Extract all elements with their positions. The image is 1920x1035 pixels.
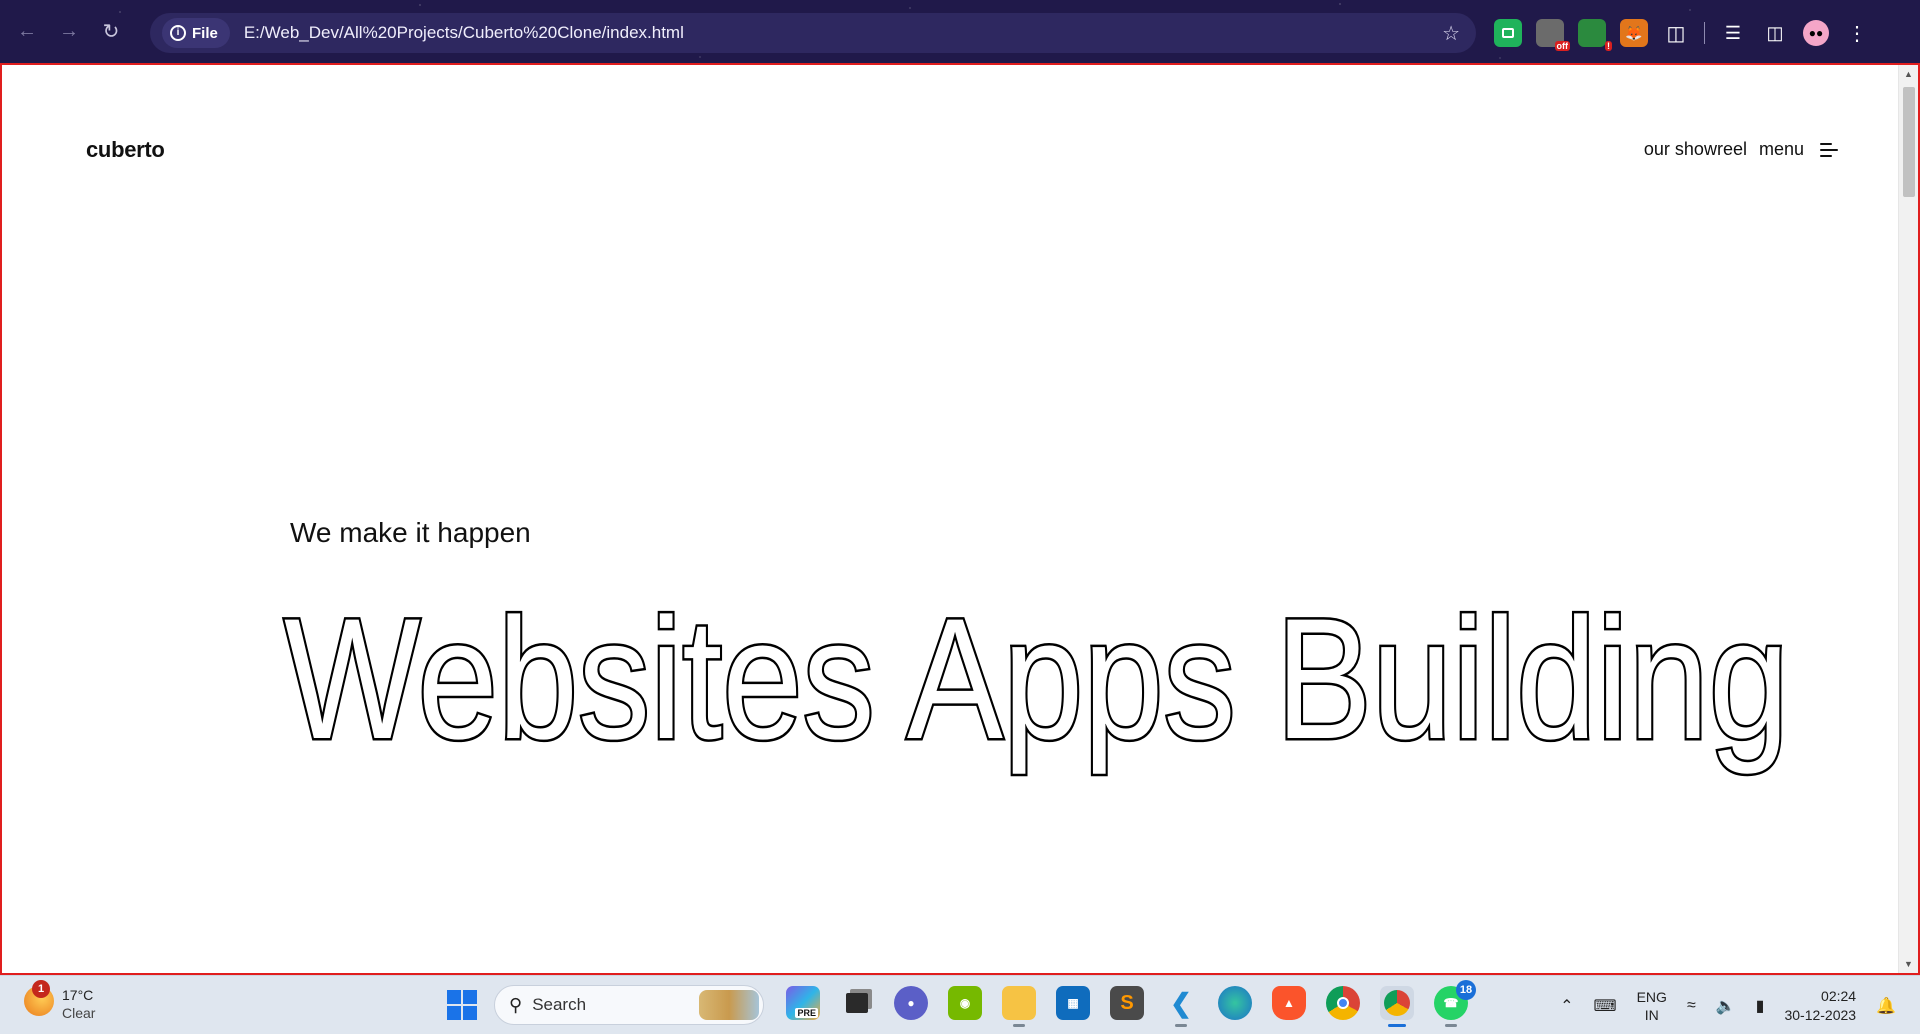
wifi-icon[interactable]: ≈ [1687,997,1696,1015]
extensions-puzzle-icon[interactable]: ◫ [1662,19,1690,47]
running-indicator [1445,1024,1457,1027]
clock-time: 02:24 [1821,987,1857,1004]
kebab-menu-icon[interactable]: ⋮ [1843,19,1871,47]
showreel-link[interactable]: our showreel [1644,139,1747,160]
vscode-icon[interactable]: ❮ [1164,986,1198,1027]
page-viewport: cuberto our showreel menu We make it hap… [0,63,1920,975]
active-indicator [1388,1024,1406,1027]
running-indicator [1013,1024,1025,1027]
whatsapp-count-badge: 18 [1456,980,1476,1000]
weather-temp: 17°C [62,987,94,1003]
teams-chat-icon[interactable]: ● [894,986,928,1020]
search-label: Search [532,995,587,1014]
clock-date: 30-12-2023 [1784,1006,1857,1023]
off-extension-icon[interactable]: off [1536,19,1570,51]
chrome-profile-icon[interactable] [1380,986,1414,1027]
outlined-headline-svg: Websites Apps Building [282,581,1792,778]
brave-icon[interactable]: ▲ [1272,986,1306,1020]
alert-extension-icon[interactable]: ! [1578,19,1612,51]
forward-icon[interactable]: → [54,17,84,47]
url-text[interactable]: E:/Web_Dev/All%20Projects/Cuberto%20Clon… [244,23,684,43]
off-badge: off [1554,41,1570,51]
copilot-icon[interactable]: PRE [786,986,820,1020]
task-view-icon[interactable] [840,986,874,1020]
info-icon: i [170,25,186,41]
keyboard-icon[interactable]: ⌨ [1594,996,1617,1016]
lang-line2: IN [1644,1006,1659,1023]
vertical-scrollbar[interactable]: ▲ ▼ [1898,65,1918,973]
profile-avatar[interactable]: ●● [1803,20,1829,46]
weather-badge: 1 [32,980,50,998]
running-indicator [1175,1024,1187,1027]
weather-condition: Clear [62,1005,96,1021]
windows-taskbar: 1 17°C Clear ⚲ Search PRE ● ◉ ▦ S ❮ ▲ ☎ … [0,975,1920,1034]
bookmark-star-icon[interactable]: ☆ [1442,21,1460,46]
clock[interactable]: 02:24 30-12-2023 [1784,987,1856,1025]
sublime-label: S [1120,991,1134,1014]
menu-label[interactable]: menu [1759,139,1804,160]
taskbar-search[interactable]: ⚲ Search [494,985,764,1025]
scroll-thumb[interactable] [1903,87,1915,197]
site-info-label: File [192,24,218,42]
headline-text: Websites Apps Building [284,583,1789,775]
weather-moon-icon: 1 [24,980,54,1016]
whatsapp-icon[interactable]: ☎ 18 [1434,980,1476,1027]
chrome-icon[interactable] [1326,986,1360,1020]
weather-widget[interactable]: 1 17°C Clear [24,980,96,1022]
file-explorer-icon[interactable] [1002,986,1036,1027]
toolbar-divider [1704,22,1705,44]
site-info-chip[interactable]: i File [162,18,230,48]
hamburger-menu-icon[interactable] [1820,142,1838,158]
lang-line1: ENG [1636,988,1667,1005]
sublime-text-icon[interactable]: S [1110,986,1144,1020]
microsoft-store-icon[interactable]: ▦ [1056,986,1090,1020]
edge-icon[interactable] [1218,986,1252,1020]
metamask-icon[interactable]: 🦊 [1620,19,1648,47]
site-logo[interactable]: cuberto [86,137,165,163]
address-bar[interactable]: i File E:/Web_Dev/All%20Projects/Cuberto… [150,13,1476,53]
search-highlight-image [699,990,759,1020]
reload-icon[interactable]: ↻ [96,17,126,47]
header-nav: our showreel menu [1644,139,1838,160]
green-extension-icon[interactable] [1494,19,1522,47]
search-icon: ⚲ [509,994,523,1015]
scroll-down-icon[interactable]: ▼ [1904,959,1913,969]
windows-start-icon[interactable] [447,990,477,1020]
alert-badge: ! [1605,41,1612,51]
copilot-pre-label: PRE [795,1008,818,1018]
hero-headline: Websites Apps Building [282,543,1844,783]
system-tray: ⌃ ⌨ ENG IN ≈ 🔈 ▮ 02:24 30-12-2023 🔔 [1560,976,1896,1035]
language-indicator[interactable]: ENG IN [1637,988,1667,1024]
side-panel-icon[interactable]: ◫ [1761,19,1789,47]
browser-toolbar: ← → ↻ i File E:/Web_Dev/All%20Projects/C… [0,0,1920,63]
chevron-up-icon[interactable]: ⌃ [1560,996,1573,1016]
volume-icon[interactable]: 🔈 [1716,996,1736,1016]
scroll-up-icon[interactable]: ▲ [1904,69,1913,79]
battery-icon[interactable]: ▮ [1756,996,1765,1016]
taskbar-apps: PRE ● ◉ ▦ S ❮ ▲ ☎ 18 [786,980,1476,1027]
back-icon[interactable]: ← [12,17,42,47]
extensions-row: off ! 🦊 ◫ ☰ ◫ ●● ⋮ [1494,13,1871,53]
media-playlist-icon[interactable]: ☰ [1719,19,1747,47]
notification-bell-icon[interactable]: 🔔 [1876,996,1896,1016]
nvidia-icon[interactable]: ◉ [948,986,982,1020]
